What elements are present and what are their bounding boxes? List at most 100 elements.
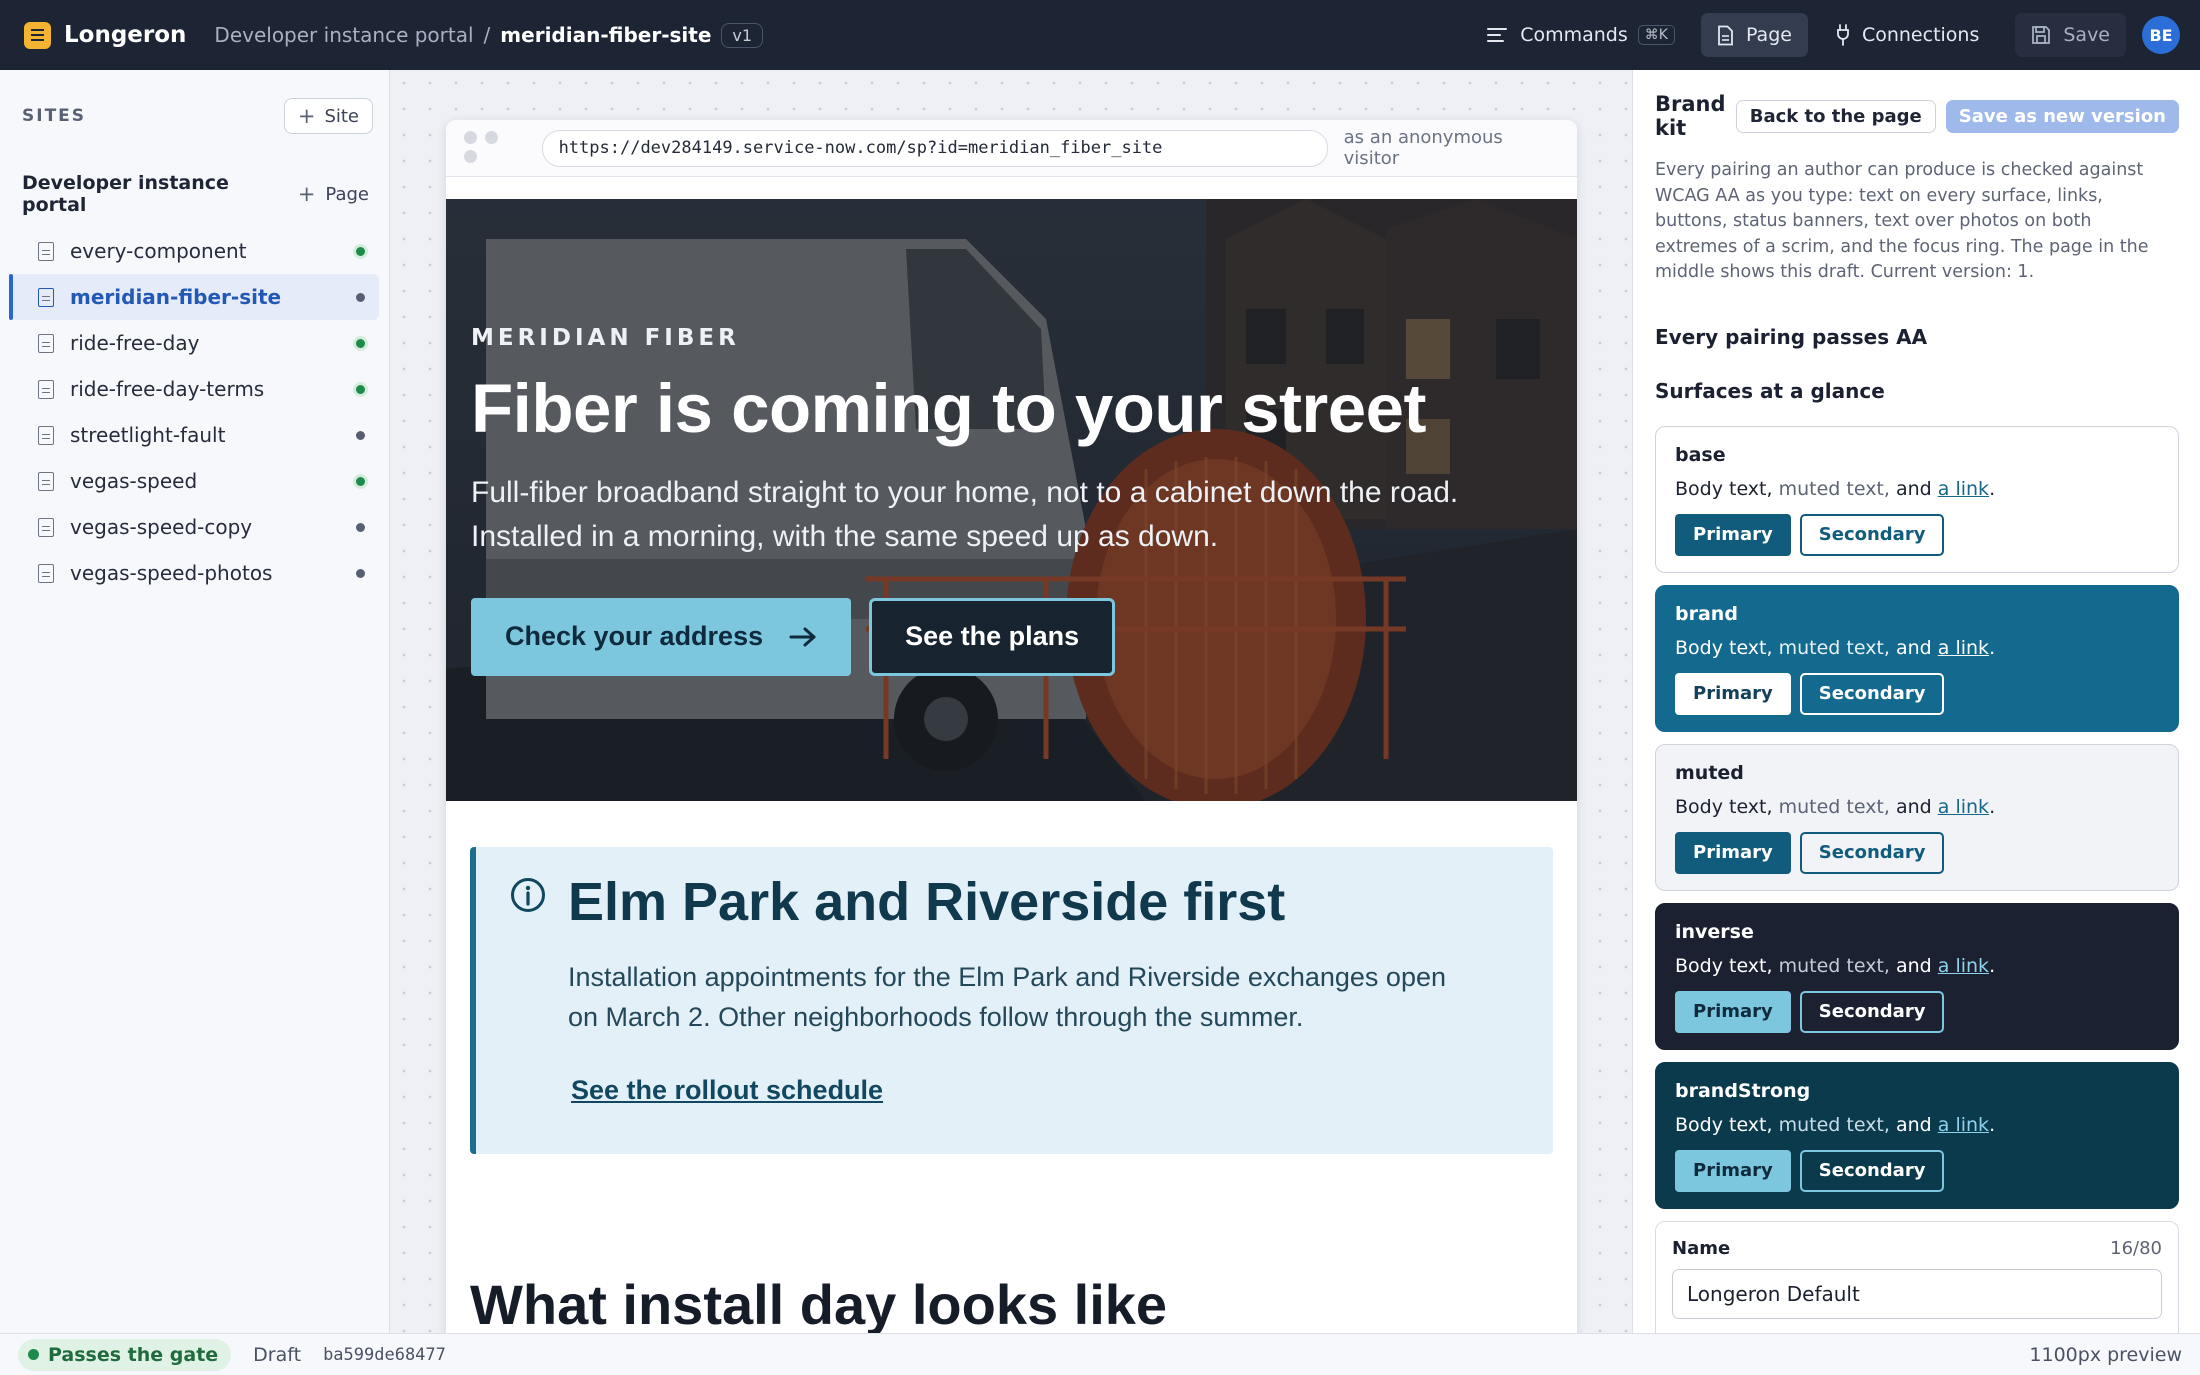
app-logo[interactable]: Longeron	[24, 21, 186, 49]
surface-and-text: and	[1895, 636, 1932, 659]
connections-button[interactable]: Connections	[1820, 13, 1995, 57]
breadcrumb-portal[interactable]: Developer instance portal	[214, 23, 473, 47]
avatar[interactable]: BE	[2142, 16, 2180, 54]
surface-body-text: Body text,	[1675, 795, 1773, 818]
preview-width[interactable]: 1100px preview	[2029, 1344, 2182, 1366]
plus-icon: +	[297, 104, 316, 128]
surface-and-text: and	[1895, 1113, 1932, 1136]
surface-secondary-button[interactable]: Secondary	[1799, 990, 1945, 1033]
surface-primary-button[interactable]: Primary	[1675, 672, 1791, 715]
surfaces-heading: Surfaces at a glance	[1655, 378, 1885, 403]
sidebar-item-every-component[interactable]: every-component	[10, 228, 379, 274]
sidebar-item-vegas-speed[interactable]: vegas-speed	[10, 458, 379, 504]
name-input[interactable]: Longeron Default	[1672, 1268, 2162, 1319]
pass-dot-icon	[28, 1349, 39, 1360]
surface-body-text: Body text,	[1675, 477, 1773, 500]
window-controls	[464, 129, 526, 167]
surface-name: inverse	[1675, 920, 1754, 943]
portal-title: Developer instance portal	[22, 172, 229, 216]
sidebar-item-label: every-component	[70, 239, 247, 263]
sidebar-item-meridian-fiber-site[interactable]: meridian-fiber-site	[9, 274, 379, 320]
status-bar: Passes the gate Draft ba599de68477 1100p…	[0, 1333, 2200, 1375]
document-icon	[38, 379, 54, 399]
commands-button[interactable]: Commands ⌘K	[1470, 13, 1691, 57]
page-button[interactable]: Page	[1700, 13, 1808, 57]
surface-card-brand-strong: brandStrong Body text, muted text, and a…	[1655, 1061, 2179, 1209]
surface-and-text: and	[1895, 477, 1932, 500]
browser-preview: https://dev284149.service-now.com/sp?id=…	[446, 120, 1577, 1333]
surface-link[interactable]: a link	[1938, 955, 1989, 977]
gate-status-badge[interactable]: Passes the gate	[18, 1338, 232, 1371]
document-icon	[38, 563, 54, 583]
banner-title: Elm Park and Riverside first	[568, 872, 1286, 932]
surface-link[interactable]: a link	[1938, 478, 1989, 500]
sidebar-item-ride-free-day[interactable]: ride-free-day	[10, 320, 379, 366]
browser-chrome: https://dev284149.service-now.com/sp?id=…	[446, 120, 1577, 177]
surface-card-base: base Body text, muted text, and a link. …	[1655, 425, 2179, 573]
plus-icon: +	[297, 182, 316, 206]
status-dot	[356, 385, 365, 394]
breadcrumb-separator: /	[483, 23, 491, 47]
version-badge: v1	[721, 22, 764, 48]
status-dot	[356, 247, 365, 256]
surface-name: brand	[1675, 602, 1738, 625]
surface-and-text: and	[1895, 795, 1932, 818]
url-bar[interactable]: https://dev284149.service-now.com/sp?id=…	[541, 129, 1328, 167]
brand-kit-description: Every pairing an author can produce is c…	[1655, 160, 2149, 282]
sidebar-item-vegas-speed-photos[interactable]: vegas-speed-photos	[10, 550, 379, 596]
surface-secondary-button[interactable]: Secondary	[1799, 831, 1945, 874]
surface-primary-button[interactable]: Primary	[1675, 831, 1791, 874]
sidebar-item-streetlight-fault[interactable]: streetlight-fault	[10, 412, 379, 458]
hero-eyebrow: MERIDIAN FIBER	[471, 325, 740, 351]
plug-icon	[1837, 24, 1849, 46]
add-site-button[interactable]: + Site	[283, 98, 373, 134]
surface-name: base	[1675, 443, 1726, 466]
section-title: What install day looks like	[470, 1273, 1168, 1333]
sidebar-item-vegas-speed-copy[interactable]: vegas-speed-copy	[10, 504, 379, 550]
surface-period: .	[1989, 954, 1996, 977]
commands-shortcut: ⌘K	[1637, 25, 1675, 45]
add-page-button[interactable]: + Page	[298, 182, 373, 206]
hero-title: Fiber is coming to your street	[471, 370, 1427, 447]
status-dot	[356, 477, 365, 486]
sidebar-item-label: ride-free-day	[70, 331, 200, 355]
surface-primary-button[interactable]: Primary	[1675, 513, 1791, 556]
surface-secondary-button[interactable]: Secondary	[1799, 672, 1945, 715]
sites-heading: SITES	[22, 106, 87, 126]
surface-primary-button[interactable]: Primary	[1675, 990, 1791, 1033]
check-address-button[interactable]: Check your address	[471, 597, 852, 676]
sidebar-item-label: ride-free-day-terms	[70, 377, 265, 401]
check-address-label: Check your address	[505, 621, 764, 652]
surface-muted-text: muted text,	[1778, 954, 1890, 977]
rollout-schedule-link[interactable]: See the rollout schedule	[571, 1075, 883, 1106]
surface-secondary-button[interactable]: Secondary	[1799, 1149, 1945, 1192]
surface-link[interactable]: a link	[1938, 796, 1989, 818]
breadcrumb: Developer instance portal / meridian-fib…	[214, 22, 764, 48]
page-label: Page	[1745, 24, 1792, 46]
add-page-label: Page	[325, 183, 369, 205]
surface-secondary-button[interactable]: Secondary	[1799, 513, 1945, 556]
surface-link[interactable]: a link	[1938, 637, 1989, 659]
name-label: Name	[1672, 1237, 1731, 1259]
surface-period: .	[1989, 1113, 1996, 1136]
page-icon	[1718, 25, 1733, 45]
name-field-card: Name 16/80 Longeron Default	[1655, 1220, 2179, 1333]
see-plans-button[interactable]: See the plans	[869, 597, 1116, 676]
version-hash: ba599de68477	[323, 1344, 446, 1365]
save-button[interactable]: Save	[2015, 13, 2126, 57]
surface-body-text: Body text,	[1675, 1113, 1773, 1136]
back-to-page-button[interactable]: Back to the page	[1735, 99, 1936, 133]
draft-status: Draft	[253, 1343, 302, 1366]
brand-kit-title: Brand kit	[1655, 92, 1726, 140]
hero-subtitle: Full-fiber broadband straight to your ho…	[471, 475, 1459, 553]
surface-primary-button[interactable]: Primary	[1675, 1149, 1791, 1192]
surface-and-text: and	[1895, 954, 1932, 977]
surface-link[interactable]: a link	[1938, 1114, 1989, 1136]
preview-canvas: https://dev284149.service-now.com/sp?id=…	[391, 70, 1631, 1333]
save-icon	[2032, 26, 2051, 44]
sidebar-item-ride-free-day-terms[interactable]: ride-free-day-terms	[10, 366, 379, 412]
sites-sidebar: SITES + Site Developer instance portal +…	[0, 70, 390, 1333]
add-site-label: Site	[324, 105, 359, 127]
surface-card-muted: muted Body text, muted text, and a link.…	[1655, 743, 2179, 891]
save-new-version-button[interactable]: Save as new version	[1945, 99, 2179, 133]
